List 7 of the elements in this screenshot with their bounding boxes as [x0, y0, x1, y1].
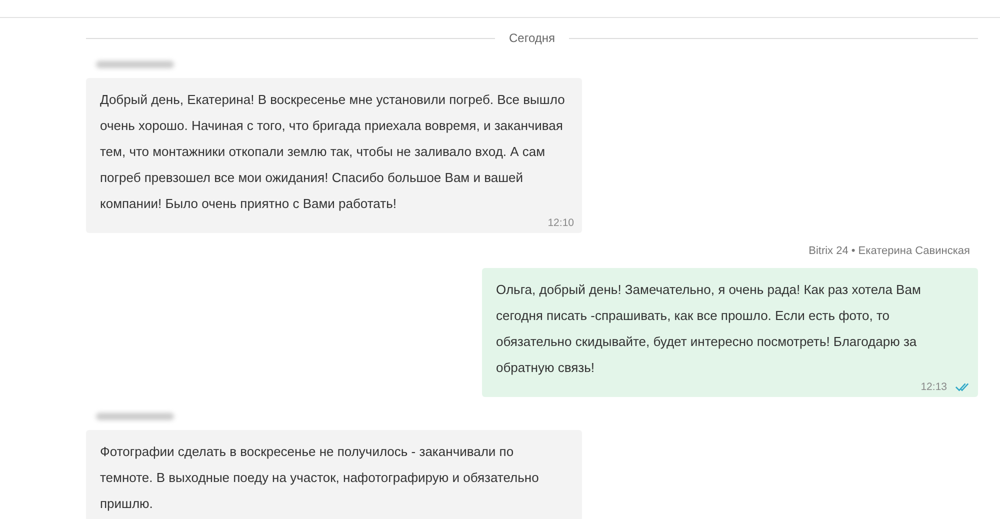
message-author: Bitrix 24 • Екатерина Савинская: [808, 245, 970, 257]
message-time: 12:13: [920, 381, 947, 393]
message-text: Добрый день, Екатерина! В воскресенье мне установили погреб. Все вышло очень хорошо. Начиная с того, что бригада приехала вовремя, и заканчивая тем, что монтажники откопали землю так, чтобы не заливало вход. А сам погреб превзошел все мои ожидания! Спасибо большое Вам и вашей компании! Было очень приятно с Вами работать!: [100, 91, 566, 213]
message-text: Ольга, добрый день! Замечательно, я очень рада! Как раз хотела Вам сегодня писать -спрашивать, как все прошло. Если есть фото, то обязательно скидывайте, будет интересно посмотреть! Благодарю за обратную связь!: [496, 281, 922, 377]
message-text: Фотографии сделать в воскресенье не получилось - заканчивали по темноте. В выходные поеду на участок, нафотографирую и обязательно пришлю.: [100, 443, 540, 513]
date-divider: Сегодня: [509, 31, 555, 45]
message-time: 12:10: [548, 217, 574, 229]
